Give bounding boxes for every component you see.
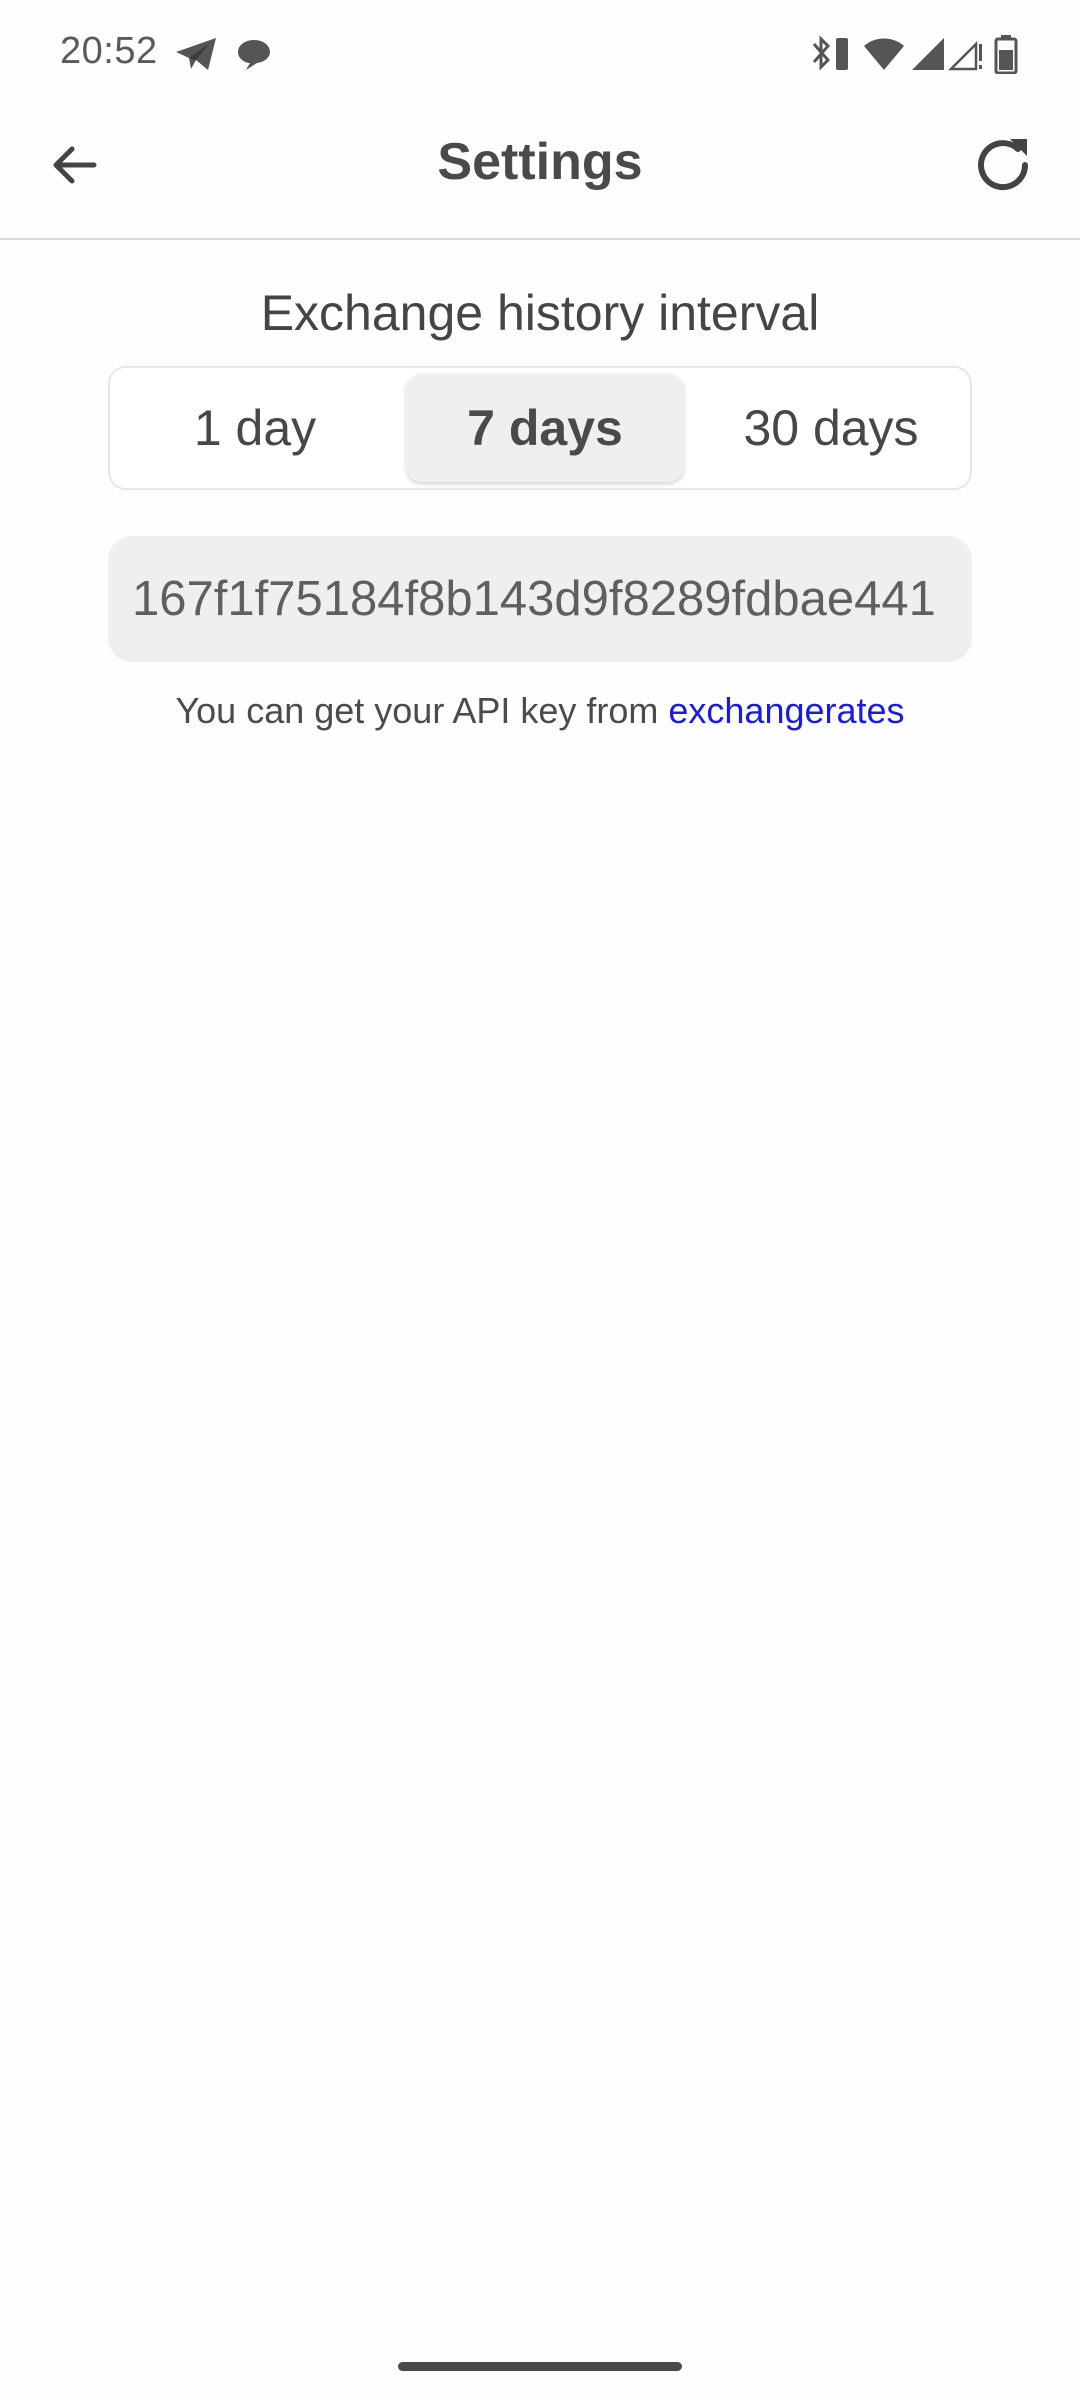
interval-option-1-day[interactable]: 1 day	[110, 368, 400, 488]
status-bar: 20:52	[0, 0, 1080, 100]
chat-bubble-icon	[238, 40, 270, 70]
bluetooth-battery-icon	[812, 35, 848, 71]
history-interval-title: Exchange history interval	[260, 285, 820, 341]
interval-option-7-days[interactable]: 7 days	[406, 374, 684, 482]
api-key-hint-text: You can get your API key from	[175, 690, 669, 731]
telegram-icon	[176, 38, 216, 70]
cellular-signal-icon	[912, 38, 944, 70]
api-key-hint: You can get your API key from exchangera…	[0, 690, 1080, 732]
refresh-button[interactable]	[970, 130, 1040, 200]
exchangerates-link[interactable]: exchangerates	[668, 690, 904, 731]
home-indicator[interactable]	[398, 2362, 682, 2371]
refresh-icon	[978, 139, 1029, 191]
interval-option-30-days[interactable]: 30 days	[690, 368, 972, 488]
settings-screen: 20:52 Settings Exchange history interval…	[0, 0, 1080, 2400]
history-interval-selector: 1 day 7 days 30 days	[108, 366, 972, 490]
battery-icon	[994, 35, 1018, 74]
page-title: Settings	[437, 133, 643, 191]
cellular-signal-empty-icon	[948, 40, 982, 71]
api-key-input[interactable]	[108, 536, 972, 662]
wifi-icon	[864, 38, 904, 70]
app-bar: Settings	[0, 100, 1080, 240]
status-time: 20:52	[60, 30, 158, 72]
